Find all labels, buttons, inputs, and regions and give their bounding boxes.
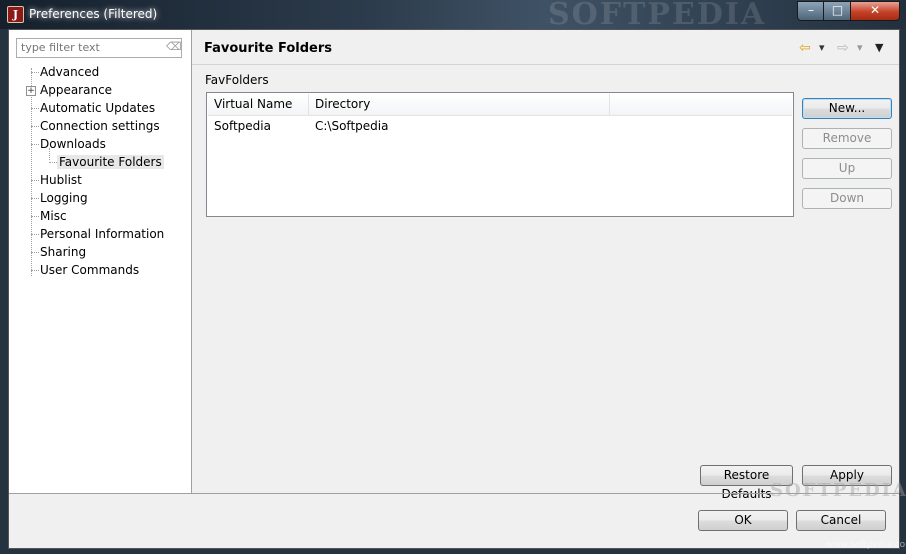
minimize-button[interactable]: – bbox=[797, 1, 825, 21]
view-menu-icon[interactable]: ▼ bbox=[875, 40, 883, 56]
filter-input[interactable] bbox=[17, 39, 161, 55]
sidebar-item-appearance[interactable]: Appearance bbox=[38, 81, 114, 99]
sidebar-item-label: Sharing bbox=[40, 245, 87, 259]
sidebar-item-label: Hublist bbox=[40, 173, 82, 187]
maximize-button[interactable]: □ bbox=[823, 1, 852, 21]
sidebar-item-label: Personal Information bbox=[40, 227, 165, 241]
sidebar-item-sharing[interactable]: Sharing bbox=[38, 243, 88, 261]
tree-connector bbox=[49, 162, 57, 163]
credit-text: www.softpedia.com bbox=[826, 540, 906, 550]
preferences-window: J Preferences (Filtered) SOFTPEDIA – □ ✕… bbox=[0, 0, 906, 554]
preferences-sidebar: ⌫ + Advanced Appearance Automatic Update… bbox=[9, 30, 192, 493]
sidebar-item-hublist[interactable]: Hublist bbox=[38, 171, 84, 189]
forward-arrow-icon[interactable]: ⇨ bbox=[837, 40, 849, 56]
ok-button[interactable]: OK bbox=[698, 510, 788, 531]
column-header-filler bbox=[610, 94, 792, 115]
sidebar-item-downloads[interactable]: Downloads bbox=[38, 135, 108, 153]
footer-watermark: SOFTPEDIA bbox=[770, 480, 906, 501]
down-button[interactable]: Down bbox=[802, 188, 892, 209]
back-dropdown-icon[interactable]: ▾ bbox=[819, 40, 825, 56]
title-bar[interactable]: J Preferences (Filtered) SOFTPEDIA – □ ✕ bbox=[0, 0, 906, 32]
app-icon: J bbox=[7, 6, 24, 23]
up-button[interactable]: Up bbox=[802, 158, 892, 179]
sidebar-item-automatic-updates[interactable]: Automatic Updates bbox=[38, 99, 157, 117]
header-separator bbox=[192, 64, 899, 65]
watermark: SOFTPEDIA bbox=[548, 0, 767, 32]
page-navigation: ⇦ ▾ ⇨ ▾ ▼ bbox=[799, 40, 889, 56]
tree-guide-line bbox=[31, 68, 32, 276]
table-row[interactable]: Softpedia C:\Softpedia bbox=[208, 116, 792, 136]
dialog-client-area: ⌫ + Advanced Appearance Automatic Update… bbox=[8, 29, 900, 549]
table-header: Virtual Name Directory bbox=[208, 94, 792, 116]
remove-button[interactable]: Remove bbox=[802, 128, 892, 149]
column-header-directory[interactable]: Directory bbox=[309, 94, 610, 115]
window-title: Preferences (Filtered) bbox=[29, 7, 158, 21]
sidebar-item-label: Misc bbox=[40, 209, 67, 223]
sidebar-item-misc[interactable]: Misc bbox=[38, 207, 69, 225]
group-label: FavFolders bbox=[205, 73, 269, 87]
sidebar-item-logging[interactable]: Logging bbox=[38, 189, 90, 207]
sidebar-item-connection-settings[interactable]: Connection settings bbox=[38, 117, 162, 135]
expand-icon[interactable]: + bbox=[26, 86, 36, 96]
new-button[interactable]: New... bbox=[802, 98, 892, 119]
sidebar-item-label: Favourite Folders bbox=[57, 155, 164, 169]
sidebar-item-label: Connection settings bbox=[40, 119, 160, 133]
sidebar-item-label: Appearance bbox=[40, 83, 113, 97]
filter-field[interactable]: ⌫ bbox=[16, 38, 182, 58]
page-title: Favourite Folders bbox=[204, 41, 332, 56]
sidebar-item-advanced[interactable]: Advanced bbox=[38, 63, 101, 81]
sidebar-item-label: Advanced bbox=[40, 65, 100, 79]
cancel-button[interactable]: Cancel bbox=[796, 510, 886, 531]
sidebar-item-personal-information[interactable]: Personal Information bbox=[38, 225, 166, 243]
clear-filter-icon[interactable]: ⌫ bbox=[166, 41, 182, 53]
preference-page: Favourite Folders ⇦ ▾ ⇨ ▾ ▼ FavFolders V… bbox=[192, 30, 899, 501]
cell-virtual-name: Softpedia bbox=[214, 119, 271, 133]
sidebar-item-label: Automatic Updates bbox=[40, 101, 156, 115]
forward-dropdown-icon[interactable]: ▾ bbox=[857, 40, 863, 56]
close-button[interactable]: ✕ bbox=[850, 1, 900, 21]
dialog-separator bbox=[9, 493, 899, 494]
cell-directory: C:\Softpedia bbox=[315, 119, 389, 133]
column-header-virtual-name[interactable]: Virtual Name bbox=[208, 94, 309, 115]
sidebar-item-label: User Commands bbox=[40, 263, 140, 277]
sidebar-item-label: Logging bbox=[40, 191, 88, 205]
back-arrow-icon[interactable]: ⇦ bbox=[799, 40, 811, 56]
favourite-folders-table[interactable]: Virtual Name Directory Softpedia C:\Soft… bbox=[206, 92, 794, 217]
sidebar-item-favourite-folders[interactable]: Favourite Folders bbox=[57, 153, 164, 171]
sidebar-item-user-commands[interactable]: User Commands bbox=[38, 261, 141, 279]
sidebar-item-label: Downloads bbox=[40, 137, 106, 151]
